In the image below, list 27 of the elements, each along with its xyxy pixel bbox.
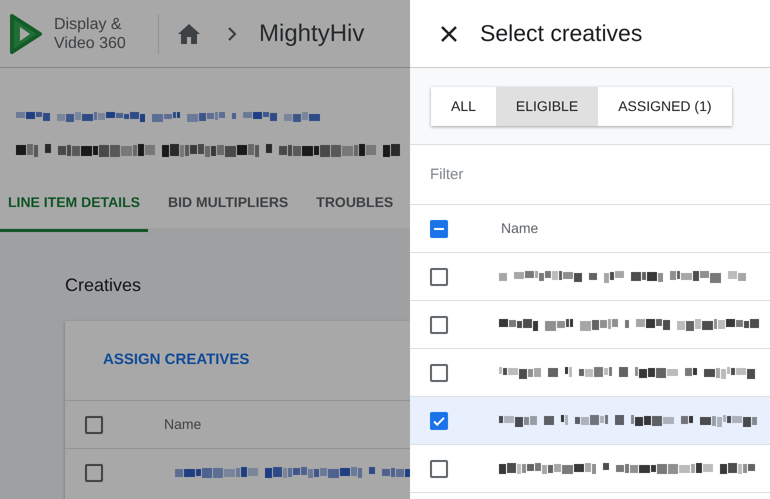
product-name: Display & Video 360 [54,14,127,52]
segment-button[interactable]: ALL [431,86,496,126]
column-header: Name [501,219,538,238]
checkbox[interactable] [430,268,448,286]
checkbox[interactable] [85,464,103,482]
segment-button[interactable]: ASSIGNED (1) [598,86,732,126]
segment-button[interactable]: ELIGIBLE [496,86,598,126]
table-row[interactable] [410,397,770,445]
checkbox[interactable] [430,412,448,430]
checkbox[interactable] [430,316,448,334]
tab[interactable]: LINE ITEM DETAILS [0,192,148,232]
filter-field[interactable]: Filter [410,145,770,205]
checkbox[interactable] [430,460,448,478]
checkbox[interactable] [85,416,103,434]
tab[interactable]: BID MULTIPLIERS [160,192,296,232]
logo-icon [8,14,42,54]
checkbox[interactable] [430,364,448,382]
close-icon[interactable] [440,24,458,42]
column-header: Name [164,415,202,434]
home-icon[interactable] [177,22,201,44]
chevron-icon [227,26,237,42]
tab[interactable]: TROUBLES [308,192,402,232]
breadcrumb-link[interactable]: MightyHiv [259,16,364,52]
dialog-title: Select creatives [480,19,642,48]
assign-creatives-link[interactable]: ASSIGN CREATIVES [103,349,250,372]
checkbox[interactable] [430,220,448,238]
section-title: Creatives [65,274,142,297]
